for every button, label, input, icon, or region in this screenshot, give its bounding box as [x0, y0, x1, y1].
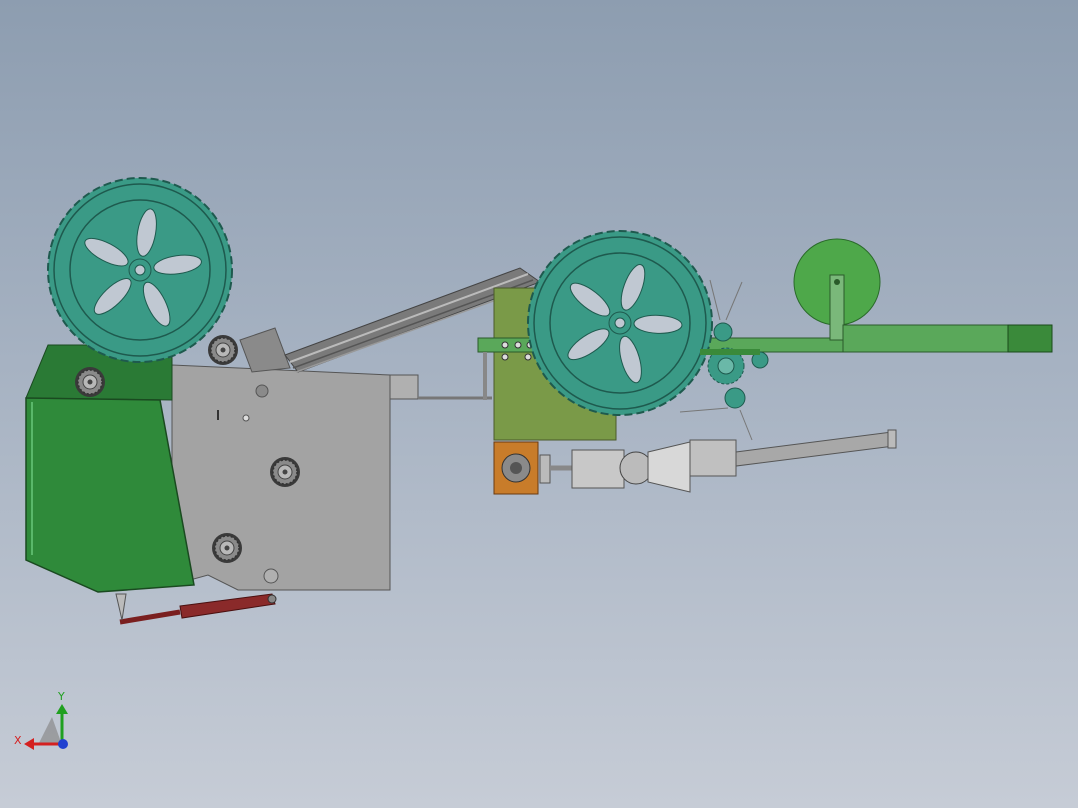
hydraulic-cylinder[interactable] — [115, 593, 277, 625]
z-axis-dot — [58, 739, 68, 749]
cad-model-scene[interactable]: Y X — [0, 0, 1078, 808]
marker-arm[interactable] — [793, 238, 1053, 353]
depth-wheel-left[interactable] — [47, 177, 233, 363]
cad-viewport[interactable]: Y X — [0, 0, 1078, 808]
sprocket-middle[interactable] — [269, 456, 301, 488]
x-axis-label: X — [14, 734, 22, 747]
sprocket-left-top[interactable] — [74, 366, 106, 398]
gearbox-motor[interactable] — [493, 441, 574, 495]
coordinate-triad: Y X — [14, 690, 68, 750]
seed-hopper[interactable] — [25, 344, 195, 593]
sprocket-lower[interactable] — [211, 532, 243, 564]
sprocket-upper[interactable] — [207, 334, 239, 366]
depth-wheel-right[interactable] — [527, 230, 713, 416]
y-axis-label: Y — [57, 690, 65, 703]
drive-shaft[interactable] — [571, 429, 897, 493]
